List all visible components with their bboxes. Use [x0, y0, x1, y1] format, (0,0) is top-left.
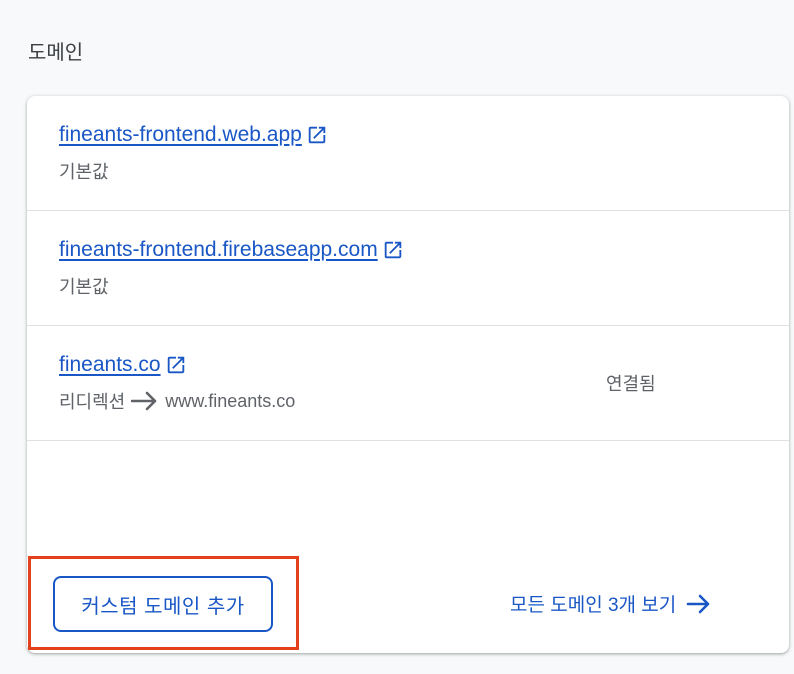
section-title: 도메인: [28, 42, 84, 64]
domain-name: fineants-frontend.firebaseapp.com: [59, 238, 378, 261]
domain-row: fineants-frontend.firebaseapp.com 기본값: [27, 211, 789, 326]
domain-row: fineants.co 리디렉션 www.fineants.co 연결됨: [27, 326, 789, 441]
domain-name: fineants.co: [59, 353, 161, 376]
redirect-target: www.fineants.co: [165, 390, 296, 411]
domain-name: fineants-frontend.web.app: [59, 123, 302, 146]
status-label: 연결됨: [606, 374, 656, 394]
external-link-icon: [308, 126, 326, 144]
domain-link[interactable]: fineants.co: [59, 353, 187, 377]
arrow-right-icon: [686, 594, 710, 613]
domain-subtitle: 기본값: [59, 277, 109, 297]
redirect-label: 리디렉션: [59, 392, 126, 412]
view-all-domains-link[interactable]: 모든 도메인 3개 보기: [510, 590, 712, 617]
external-link-icon: [167, 356, 184, 374]
domain-link[interactable]: fineants-frontend.web.app: [59, 123, 328, 147]
arrow-right-icon: [131, 391, 157, 411]
domain-row: fineants-frontend.web.app 기본값: [27, 96, 789, 211]
add-custom-domain-button[interactable]: 커스텀 도메인 추가: [53, 576, 273, 632]
external-link-icon: [384, 241, 401, 259]
domain-link[interactable]: fineants-frontend.firebaseapp.com: [59, 238, 404, 262]
redirect-info: 리디렉션 www.fineants.co: [59, 388, 295, 414]
domain-subtitle: 기본값: [59, 162, 109, 182]
